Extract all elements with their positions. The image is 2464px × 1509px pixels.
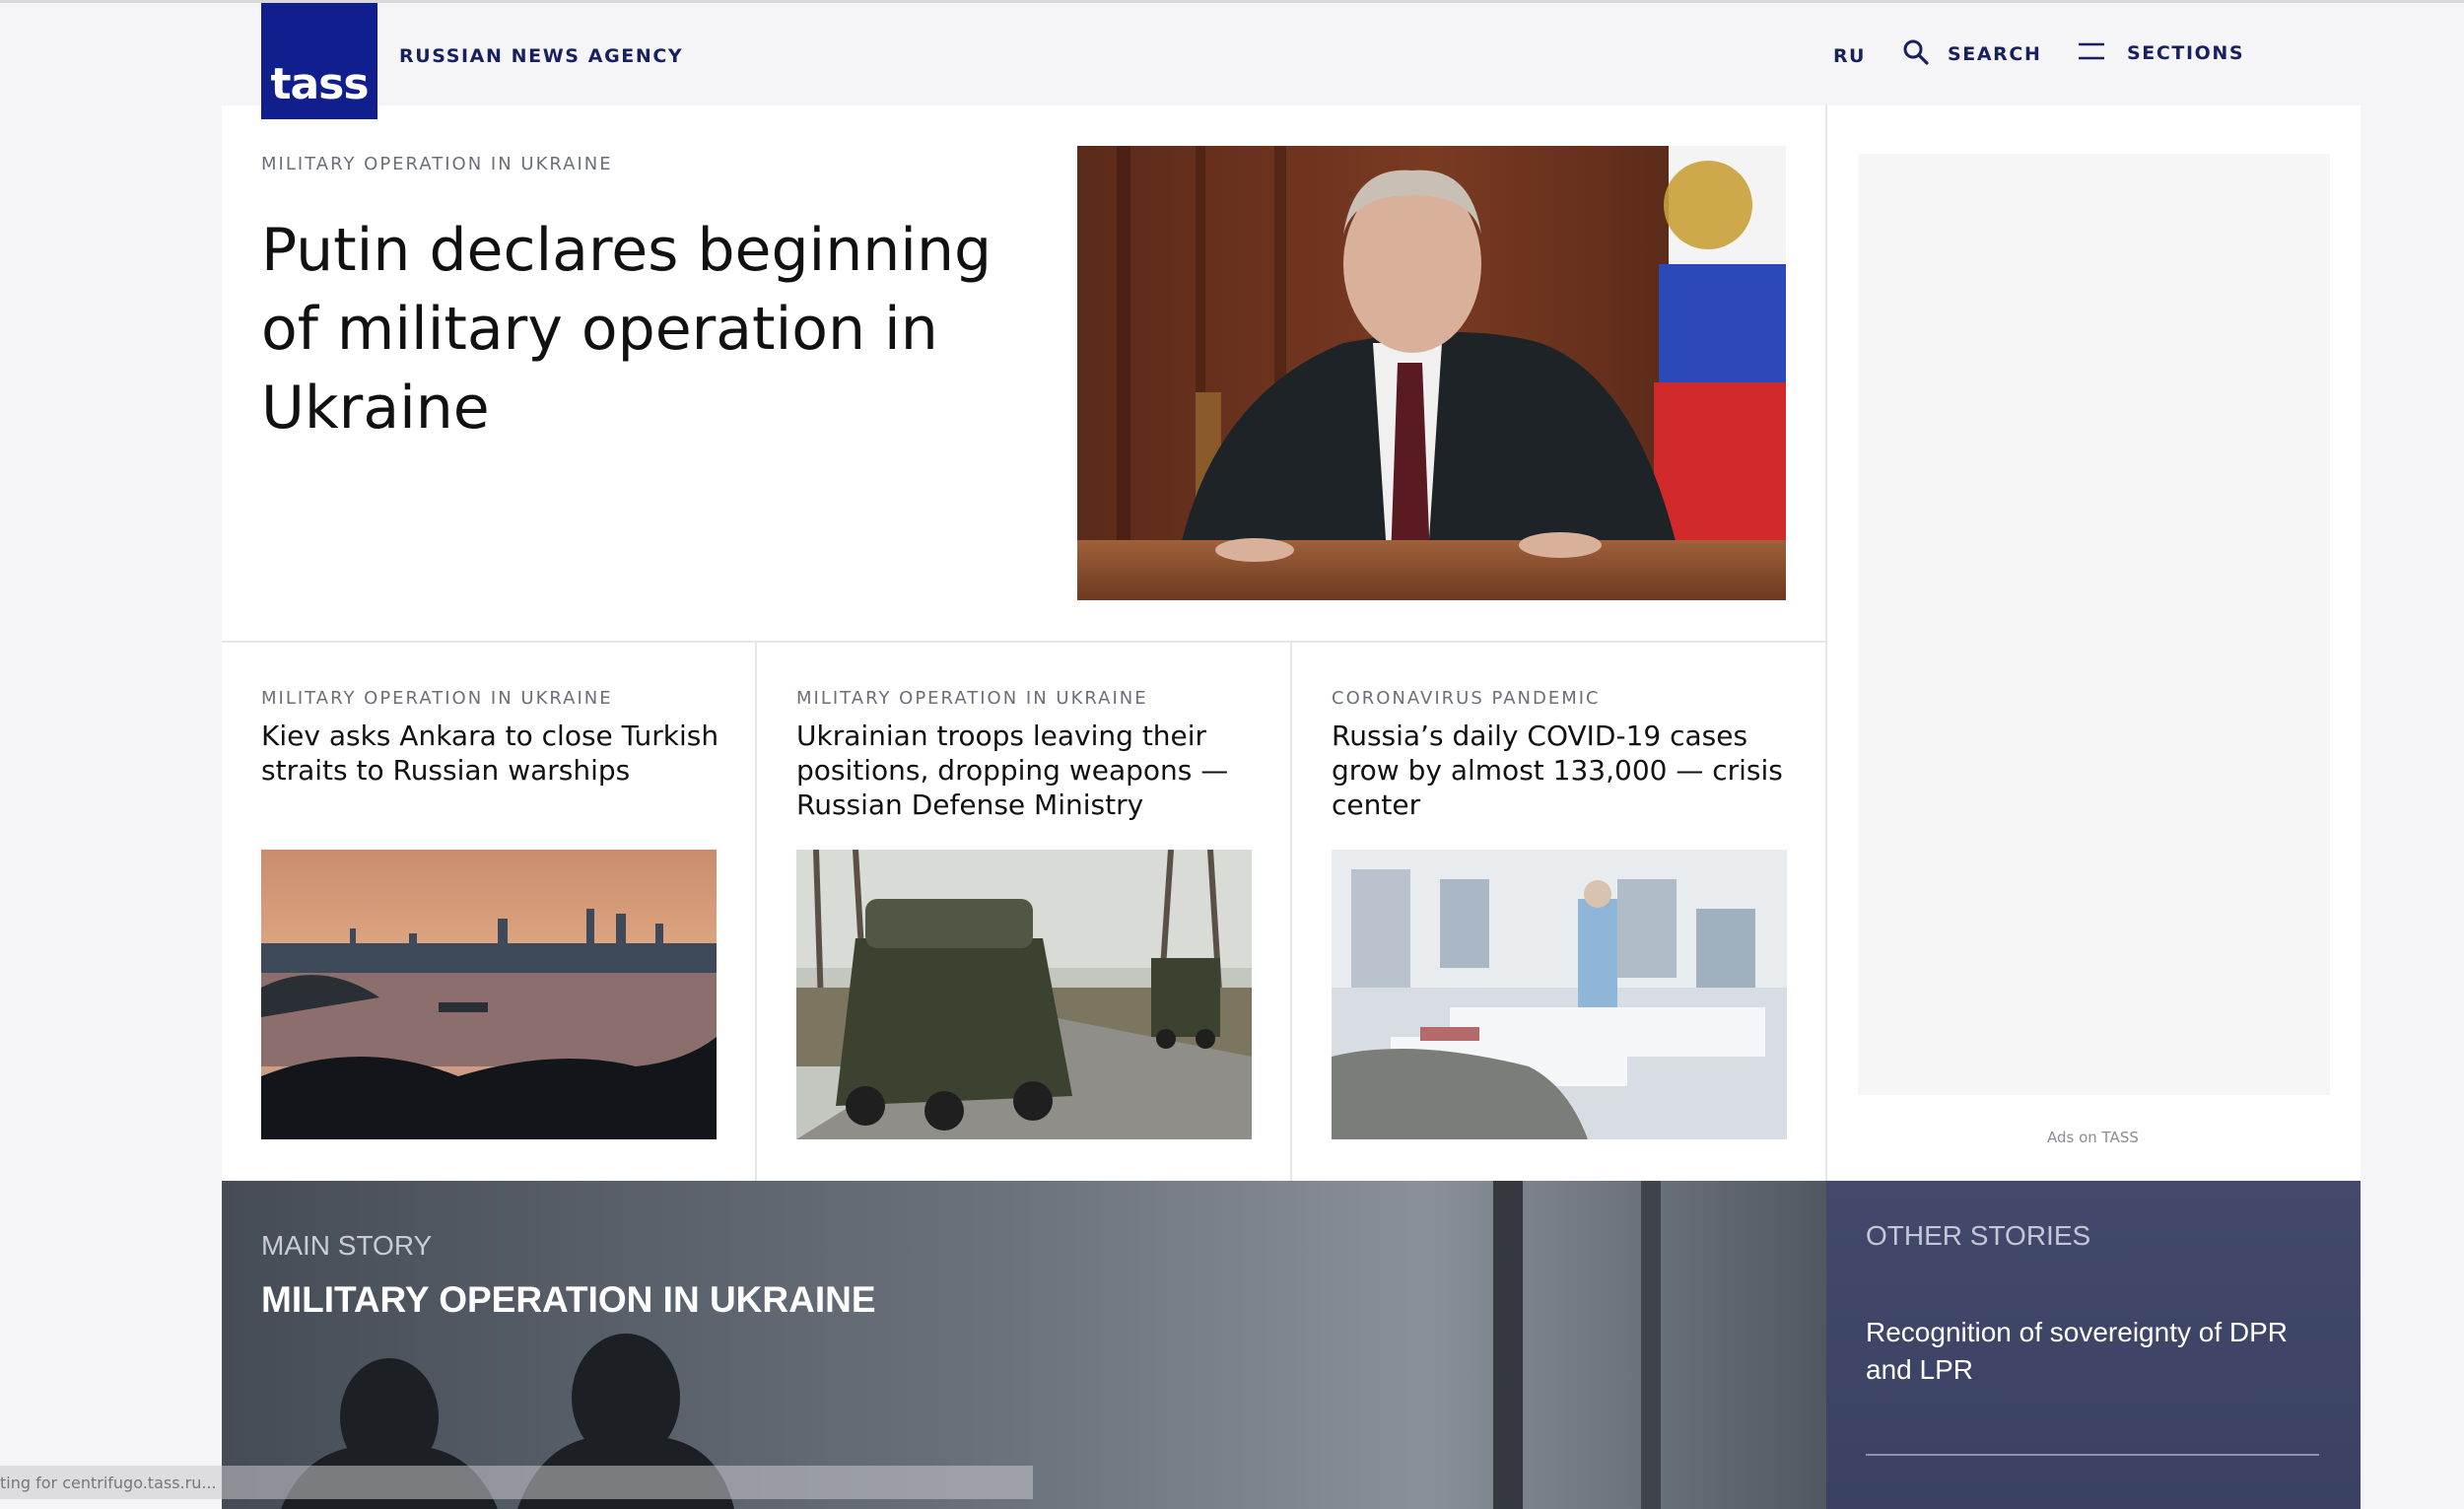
lead-story-title[interactable]: Putin declares beginning of military ope… [261,211,1050,447]
news-card-2[interactable]: MILITARY OPERATION IN UKRAINE Ukrainian … [796,688,1269,822]
lead-photo [1077,146,1786,600]
logo-text: TASS [270,59,369,109]
card-image-1[interactable] [261,850,717,1139]
card-rubric[interactable]: MILITARY OPERATION IN UKRAINE [796,688,1269,709]
card-title[interactable]: Ukrainian troops leaving their positions… [796,719,1269,822]
strait-photo [261,850,717,1139]
hospital-photo [1332,850,1787,1139]
advertisement-slot[interactable] [1858,154,2330,1095]
sections-label: SECTIONS [2127,42,2245,64]
other-stories-label: OTHER STORIES [1866,1220,2091,1251]
lead-divider [222,641,1825,643]
main-story-title[interactable]: MILITARY OPERATION IN UKRAINE [261,1279,876,1321]
lead-story-rubric[interactable]: MILITARY OPERATION IN UKRAINE [261,154,613,174]
search-button[interactable]: SEARCH [1902,38,2041,66]
card-divider-2 [1290,643,1292,1181]
card-divider-1 [755,643,757,1181]
ads-label[interactable]: Ads on TASS [2047,1129,2139,1146]
news-card-3[interactable]: CORONAVIRUS PANDEMIC Russia’s daily COVI… [1332,688,1805,822]
vehicles-photo [796,850,1252,1139]
lead-story-image[interactable] [1077,146,1786,600]
search-icon [1903,39,1929,65]
sections-menu-button[interactable]: SECTIONS [2078,38,2244,64]
main-story-banner[interactable]: MAIN STORY MILITARY OPERATION IN UKRAINE [222,1181,1826,1509]
main-story-label: MAIN STORY [261,1230,433,1261]
agency-name: RUSSIAN NEWS AGENCY [399,45,684,67]
news-card-1[interactable]: MILITARY OPERATION IN UKRAINE Kiev asks … [261,688,734,788]
main-story-photo [222,1181,1826,1509]
card-rubric[interactable]: CORONAVIRUS PANDEMIC [1332,688,1805,709]
card-title[interactable]: Russia’s daily COVID-19 cases grow by al… [1332,719,1805,822]
tass-logo[interactable]: TASS [261,3,377,119]
card-image-3[interactable] [1332,850,1787,1139]
language-switch-link[interactable]: RU [1833,45,1866,67]
other-story-link[interactable]: Recognition of sovereignty of DPR and LP… [1866,1314,2319,1389]
other-stories-panel: OTHER STORIES Recognition of sovereignty… [1826,1181,2361,1509]
column-divider [1825,105,1827,1181]
menu-icon [2079,42,2104,60]
card-rubric[interactable]: MILITARY OPERATION IN UKRAINE [261,688,734,709]
status-text: ting for centrifugo.tass.ru... [0,1474,217,1492]
other-stories-divider [1866,1454,2319,1456]
search-label: SEARCH [1948,43,2042,65]
card-image-2[interactable] [796,850,1252,1139]
card-title[interactable]: Kiev asks Ankara to close Turkish strait… [261,719,734,788]
site-header: TASS RUSSIAN NEWS AGENCY RU SEARCH SECTI… [0,3,2464,119]
